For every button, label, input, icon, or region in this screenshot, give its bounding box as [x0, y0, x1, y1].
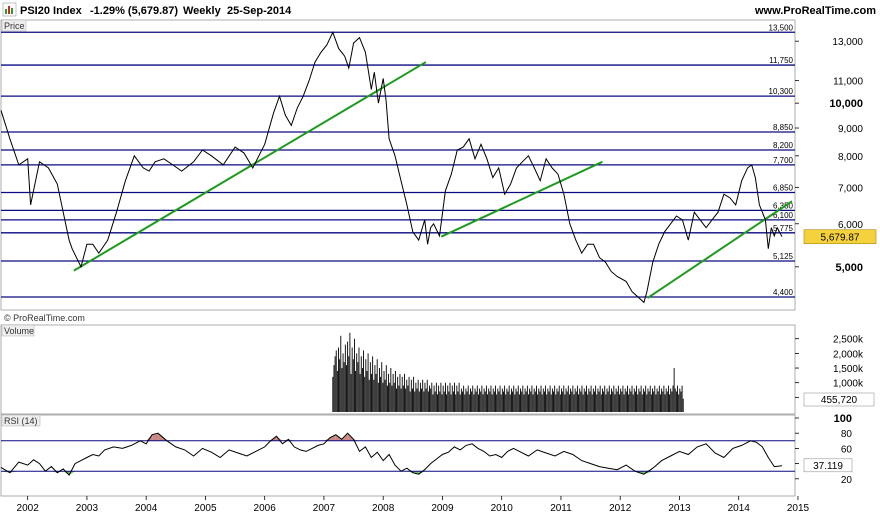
volume-axis: 2,500k2,000k1,500k1,000k500k455,720	[795, 335, 875, 407]
volume-last-label: 455,720	[821, 395, 858, 406]
price-y-tick-label: 7,000	[838, 183, 863, 194]
level-label: 13,500	[769, 23, 794, 32]
price-y-tick-label: 9,000	[838, 124, 863, 135]
price-line	[0, 30, 783, 304]
volume-y-tick-label: 2,000k	[833, 349, 864, 360]
volume-bars	[332, 332, 684, 412]
chart-canvas[interactable]: PSI20 Index -1.29% (5,679.87) Weekly 25-…	[0, 0, 880, 516]
chart-root: PSI20 Index -1.29% (5,679.87) Weekly 25-…	[0, 0, 880, 516]
volume-y-tick-label: 2,500k	[833, 335, 864, 346]
level-label: 7,700	[773, 156, 794, 165]
x-tick-label: 2006	[254, 503, 277, 514]
period-text: Weekly	[183, 5, 222, 17]
last-value-label: 5,679.87	[821, 233, 860, 244]
site-text: www.ProRealTime.com	[754, 5, 876, 17]
rsi-panel-frame	[0, 414, 796, 497]
price-y-tick-label: 6,000	[838, 220, 863, 231]
trendline	[73, 61, 427, 272]
x-tick-label: 2012	[609, 503, 632, 514]
app-logo-bar-3	[11, 8, 13, 14]
level-label: 4,400	[773, 288, 794, 297]
price-series-line	[0, 30, 783, 304]
copyright-text: © ProRealTime.com	[4, 313, 85, 323]
x-tick-label: 2010	[491, 503, 514, 514]
x-tick-label: 2004	[135, 503, 158, 514]
price-y-tick-label: 8,000	[838, 152, 863, 163]
price-trendlines	[73, 61, 793, 299]
x-tick-label: 2013	[668, 503, 691, 514]
rsi-y-tick-label: 60	[841, 444, 853, 455]
price-panel-label: Price	[4, 21, 25, 31]
x-tick-label: 2008	[372, 503, 395, 514]
price-axis: 13,000 11,000 10,000 9,000 8,000 7,000 6,000 5,…	[795, 37, 877, 274]
level-label: 5,125	[773, 252, 794, 261]
rsi-axis: 1008060402037.119	[795, 413, 852, 486]
app-logo-bar-1	[5, 9, 7, 14]
x-tick-label: 2014	[728, 503, 751, 514]
rsi-y-tick-label: 80	[841, 429, 853, 440]
index-name: PSI20 Index	[20, 5, 83, 17]
app-logo-bar-2	[8, 6, 10, 14]
price-y-tick-label: 13,000	[832, 37, 863, 48]
header: PSI20 Index -1.29% (5,679.87) Weekly 25-…	[2, 2, 876, 17]
x-tick-label: 2009	[431, 503, 454, 514]
x-tick-label: 2011	[550, 503, 572, 514]
x-tick-label: 2002	[17, 503, 40, 514]
trendline	[646, 200, 793, 299]
rsi-last-label: 37.119	[813, 461, 843, 472]
volume-y-tick-label: 1,000k	[833, 379, 864, 390]
x-tick-label: 2003	[76, 503, 99, 514]
rsi-y-tick-label: 20	[841, 475, 853, 486]
x-tick-label: 2015	[787, 503, 810, 514]
rsi-plot	[0, 432, 795, 476]
volume-panel-label: Volume	[4, 326, 34, 336]
price-y-tick-label: 5,000	[835, 262, 863, 274]
level-label: 11,750	[769, 56, 793, 65]
volume-y-tick-label: 1,500k	[833, 364, 864, 375]
level-label: 8,850	[773, 123, 794, 132]
price-y-tick-label: 10,000	[829, 98, 863, 110]
level-label: 6,850	[773, 183, 794, 192]
x-axis: 2002 2003 2004 2005 2006 2007 2008 2009 2010 2011…	[17, 496, 810, 514]
level-label: 10,300	[769, 87, 794, 96]
change-text: -1.29% (5,679.87)	[90, 5, 178, 17]
rsi-panel-label: RSI (14)	[4, 416, 38, 426]
level-label: 8,200	[773, 141, 794, 150]
trendline	[440, 160, 603, 238]
rsi-series-line	[0, 432, 783, 476]
price-y-tick-label: 11,000	[833, 77, 863, 88]
price-levels: 13,50011,75010,3008,8508,2007,7006,8506,…	[1, 23, 795, 298]
x-tick-label: 2007	[313, 503, 336, 514]
date-text: 25-Sep-2014	[227, 5, 292, 17]
x-tick-label: 2005	[194, 503, 217, 514]
rsi-y-tick-label: 100	[834, 413, 852, 425]
